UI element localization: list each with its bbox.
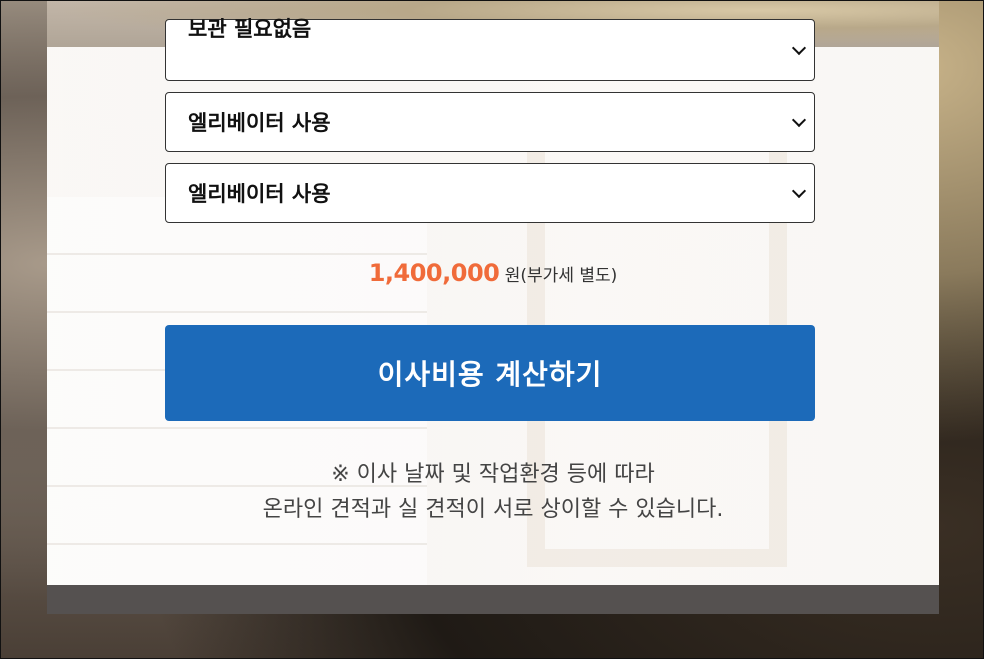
destination-elevator-select[interactable]: 엘리베이터 사용 bbox=[165, 163, 815, 223]
storage-select-value: 보관 필요없음 bbox=[188, 17, 312, 41]
disclaimer-line-2: 온라인 견적과 실 견적이 서로 상이할 수 있습니다. bbox=[262, 497, 724, 522]
estimated-price: 1,400,000 원(부가세 별도) bbox=[1, 259, 983, 287]
footer-bar bbox=[47, 585, 939, 614]
chevron-down-icon bbox=[791, 183, 807, 199]
storage-select[interactable]: 보관 필요없음 bbox=[165, 17, 815, 81]
screen-frame: 보관 필요없음 엘리베이터 사용 엘리베이터 사용 1,400,000 원(부가… bbox=[0, 0, 984, 659]
chevron-down-icon bbox=[791, 40, 807, 56]
destination-elevator-select-value: 엘리베이터 사용 bbox=[188, 182, 331, 206]
origin-elevator-select-value: 엘리베이터 사용 bbox=[188, 111, 331, 135]
disclaimer-note: ※ 이사 날짜 및 작업환경 등에 따라 온라인 견적과 실 견적이 서로 상이… bbox=[1, 457, 983, 527]
price-suffix: 원(부가세 별도) bbox=[504, 266, 618, 286]
chevron-down-icon bbox=[791, 112, 807, 128]
calculate-moving-cost-button[interactable]: 이사비용 계산하기 bbox=[165, 325, 815, 421]
price-amount: 1,400,000 bbox=[368, 259, 500, 287]
origin-elevator-select[interactable]: 엘리베이터 사용 bbox=[165, 92, 815, 152]
disclaimer-line-1: ※ 이사 날짜 및 작업환경 등에 따라 bbox=[331, 462, 655, 487]
